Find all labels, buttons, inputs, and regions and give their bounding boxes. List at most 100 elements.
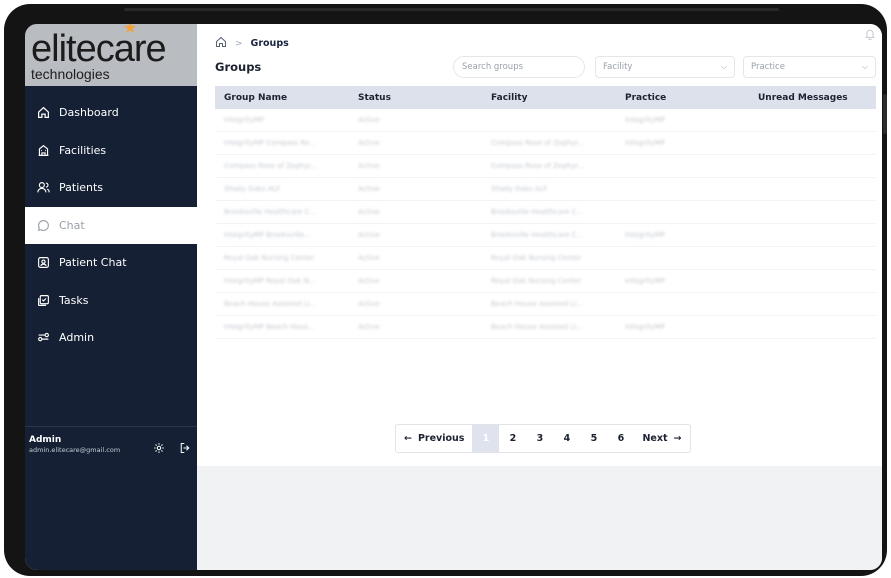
sidebar-item-patients[interactable]: Patients xyxy=(25,169,197,207)
tablet-side-button xyxy=(883,94,887,134)
building-icon xyxy=(35,142,51,158)
table-cell: IntegrityMP Royal Oak N... xyxy=(215,277,349,285)
groups-table: Group Name Status Facility Practice Unre… xyxy=(215,86,876,339)
users-icon xyxy=(35,180,51,196)
table-cell-text: Shady Oaks ALF xyxy=(224,185,281,193)
breadcrumb-home-icon[interactable] xyxy=(215,36,227,51)
column-header-status[interactable]: Status xyxy=(349,93,482,103)
table-cell-text: IntegrityMP Compass Ro... xyxy=(224,139,316,147)
table-row[interactable]: IntegrityMP Beach Hous... Active Beach Hou… xyxy=(215,316,876,339)
table-cell-text: IntegrityMP Brooksville... xyxy=(224,231,311,239)
table-cell-text: Beach House Assisted Li... xyxy=(491,323,583,331)
sidebar-item-patient-chat[interactable]: Patient Chat xyxy=(25,244,197,282)
sidebar-item-label: Chat xyxy=(59,218,85,232)
table-cell-text: IntegrityMP xyxy=(625,323,665,331)
table-cell: Active xyxy=(349,277,482,285)
table-row[interactable]: IntegrityMP Brooksville... Active Brooksvi… xyxy=(215,224,876,247)
table-cell-text: IntegrityMP xyxy=(625,231,665,239)
table-cell-text: Active xyxy=(358,162,380,170)
table-row[interactable]: Royal Oak Nursing Center Active Royal Oak … xyxy=(215,247,876,270)
table-cell: Compass Rose of Zephyr... xyxy=(215,162,349,170)
table-cell: Shady Oaks ALF xyxy=(215,185,349,193)
table-cell: IntegrityMP Beach Hous... xyxy=(215,323,349,331)
tasks-icon xyxy=(35,292,51,308)
sidebar-item-facilities[interactable]: Facilities xyxy=(25,132,197,170)
settings-gear-icon[interactable] xyxy=(153,439,165,458)
sidebar-item-admin[interactable]: Admin xyxy=(25,319,197,357)
table-cell: Beach House Assisted Li... xyxy=(482,300,616,308)
app-screen: elitecare ★ technologies Dashboard Facil… xyxy=(25,24,882,570)
main-content: > Groups Groups Search groups Facility ⌵… xyxy=(197,24,882,466)
table-cell: IntegrityMP Brooksville... xyxy=(215,231,349,239)
table-cell: Active xyxy=(349,231,482,239)
table-cell: Active xyxy=(349,208,482,216)
sidebar-nav: Dashboard Facilities Patients Chat Patie… xyxy=(25,94,197,357)
breadcrumb-separator: > xyxy=(235,38,243,49)
column-header-practice[interactable]: Practice xyxy=(616,93,749,103)
table-cell-text: IntegrityMP Beach Hous... xyxy=(224,323,315,331)
table-cell-text: IntegrityMP xyxy=(224,116,264,124)
table-row[interactable]: IntegrityMP Compass Ro... Active Compass R… xyxy=(215,132,876,155)
table-row[interactable]: Brooksville Healthcare C... Active Brooksv… xyxy=(215,201,876,224)
logo-wordmark: elitecare xyxy=(31,28,167,70)
table-row[interactable]: Shady Oaks ALF Active Shady Oaks ALF xyxy=(215,178,876,201)
page-button-3[interactable]: 3 xyxy=(526,425,553,452)
facility-select-placeholder: Facility xyxy=(603,62,633,72)
next-page-button[interactable]: Next → xyxy=(634,425,689,452)
table-cell: Active xyxy=(349,162,482,170)
table-cell-text: Active xyxy=(358,116,380,124)
table-cell-text: IntegrityMP xyxy=(625,139,665,147)
table-cell-text: Royal Oak Nursing Center xyxy=(224,254,315,262)
table-cell-text: Active xyxy=(358,231,380,239)
logo: elitecare ★ technologies xyxy=(25,24,197,86)
page-button-2[interactable]: 2 xyxy=(499,425,526,452)
sidebar: elitecare ★ technologies Dashboard Facil… xyxy=(25,24,197,570)
table-cell: Brooksville Healthcare C... xyxy=(482,231,616,239)
column-header-unread-messages[interactable]: Unread Messages xyxy=(749,93,876,103)
table-cell-text: IntegrityMP Royal Oak N... xyxy=(224,277,316,285)
table-cell: IntegrityMP xyxy=(616,231,749,239)
tablet-top-bezel xyxy=(124,8,779,11)
table-cell-text: IntegrityMP xyxy=(625,116,665,124)
search-input[interactable]: Search groups xyxy=(453,56,585,78)
table-cell: Royal Oak Nursing Center xyxy=(215,254,349,262)
notification-bell-icon[interactable] xyxy=(864,28,876,40)
table-row[interactable]: IntegrityMP Royal Oak N... Active Royal Oa… xyxy=(215,270,876,293)
table-row[interactable]: IntegrityMP Active IntegrityMP xyxy=(215,109,876,132)
page-button-5[interactable]: 5 xyxy=(580,425,607,452)
table-cell-text: Active xyxy=(358,323,380,331)
facility-select[interactable]: Facility ⌵ xyxy=(595,56,735,78)
table-cell-text: Brooksville Healthcare C... xyxy=(491,208,584,216)
column-header-group-name[interactable]: Group Name xyxy=(215,93,349,103)
table-row[interactable]: Beach House Assisted Li... Active Beach Ho… xyxy=(215,293,876,316)
table-row[interactable]: Compass Rose of Zephyr... Active Compass R… xyxy=(215,155,876,178)
table-cell: Shady Oaks ALF xyxy=(482,185,616,193)
table-cell-text: Compass Rose of Zephyr... xyxy=(491,139,585,147)
table-cell: Royal Oak Nursing Center xyxy=(482,254,616,262)
table-cell: Brooksville Healthcare C... xyxy=(482,208,616,216)
chat-icon xyxy=(35,217,51,233)
patient-chat-icon xyxy=(35,255,51,271)
page-button-1[interactable]: 1 xyxy=(472,425,500,452)
page-button-6[interactable]: 6 xyxy=(607,425,634,452)
table-cell: IntegrityMP xyxy=(616,323,749,331)
table-cell: Active xyxy=(349,300,482,308)
sidebar-item-dashboard[interactable]: Dashboard xyxy=(25,94,197,132)
column-header-facility[interactable]: Facility xyxy=(482,93,616,103)
practice-select[interactable]: Practice ⌵ xyxy=(743,56,876,78)
chevron-down-icon: ⌵ xyxy=(720,62,727,71)
sidebar-item-chat[interactable]: Chat xyxy=(25,206,197,244)
table-cell-text: Beach House Assisted Li... xyxy=(491,300,583,308)
table-cell: Active xyxy=(349,116,482,124)
table-cell: Active xyxy=(349,323,482,331)
sidebar-item-tasks[interactable]: Tasks xyxy=(25,282,197,320)
page-button-4[interactable]: 4 xyxy=(553,425,580,452)
table-cell: IntegrityMP xyxy=(616,116,749,124)
table-cell: IntegrityMP xyxy=(616,277,749,285)
table-cell-text: Beach House Assisted Li... xyxy=(224,300,316,308)
table-cell: Active xyxy=(349,139,482,147)
logout-icon[interactable] xyxy=(179,439,191,458)
pagination: ← Previous 1 2 3 4 5 6 Next → xyxy=(395,424,691,453)
table-cell-text: Compass Rose of Zephyr... xyxy=(491,162,585,170)
previous-page-button[interactable]: ← Previous xyxy=(396,425,472,452)
